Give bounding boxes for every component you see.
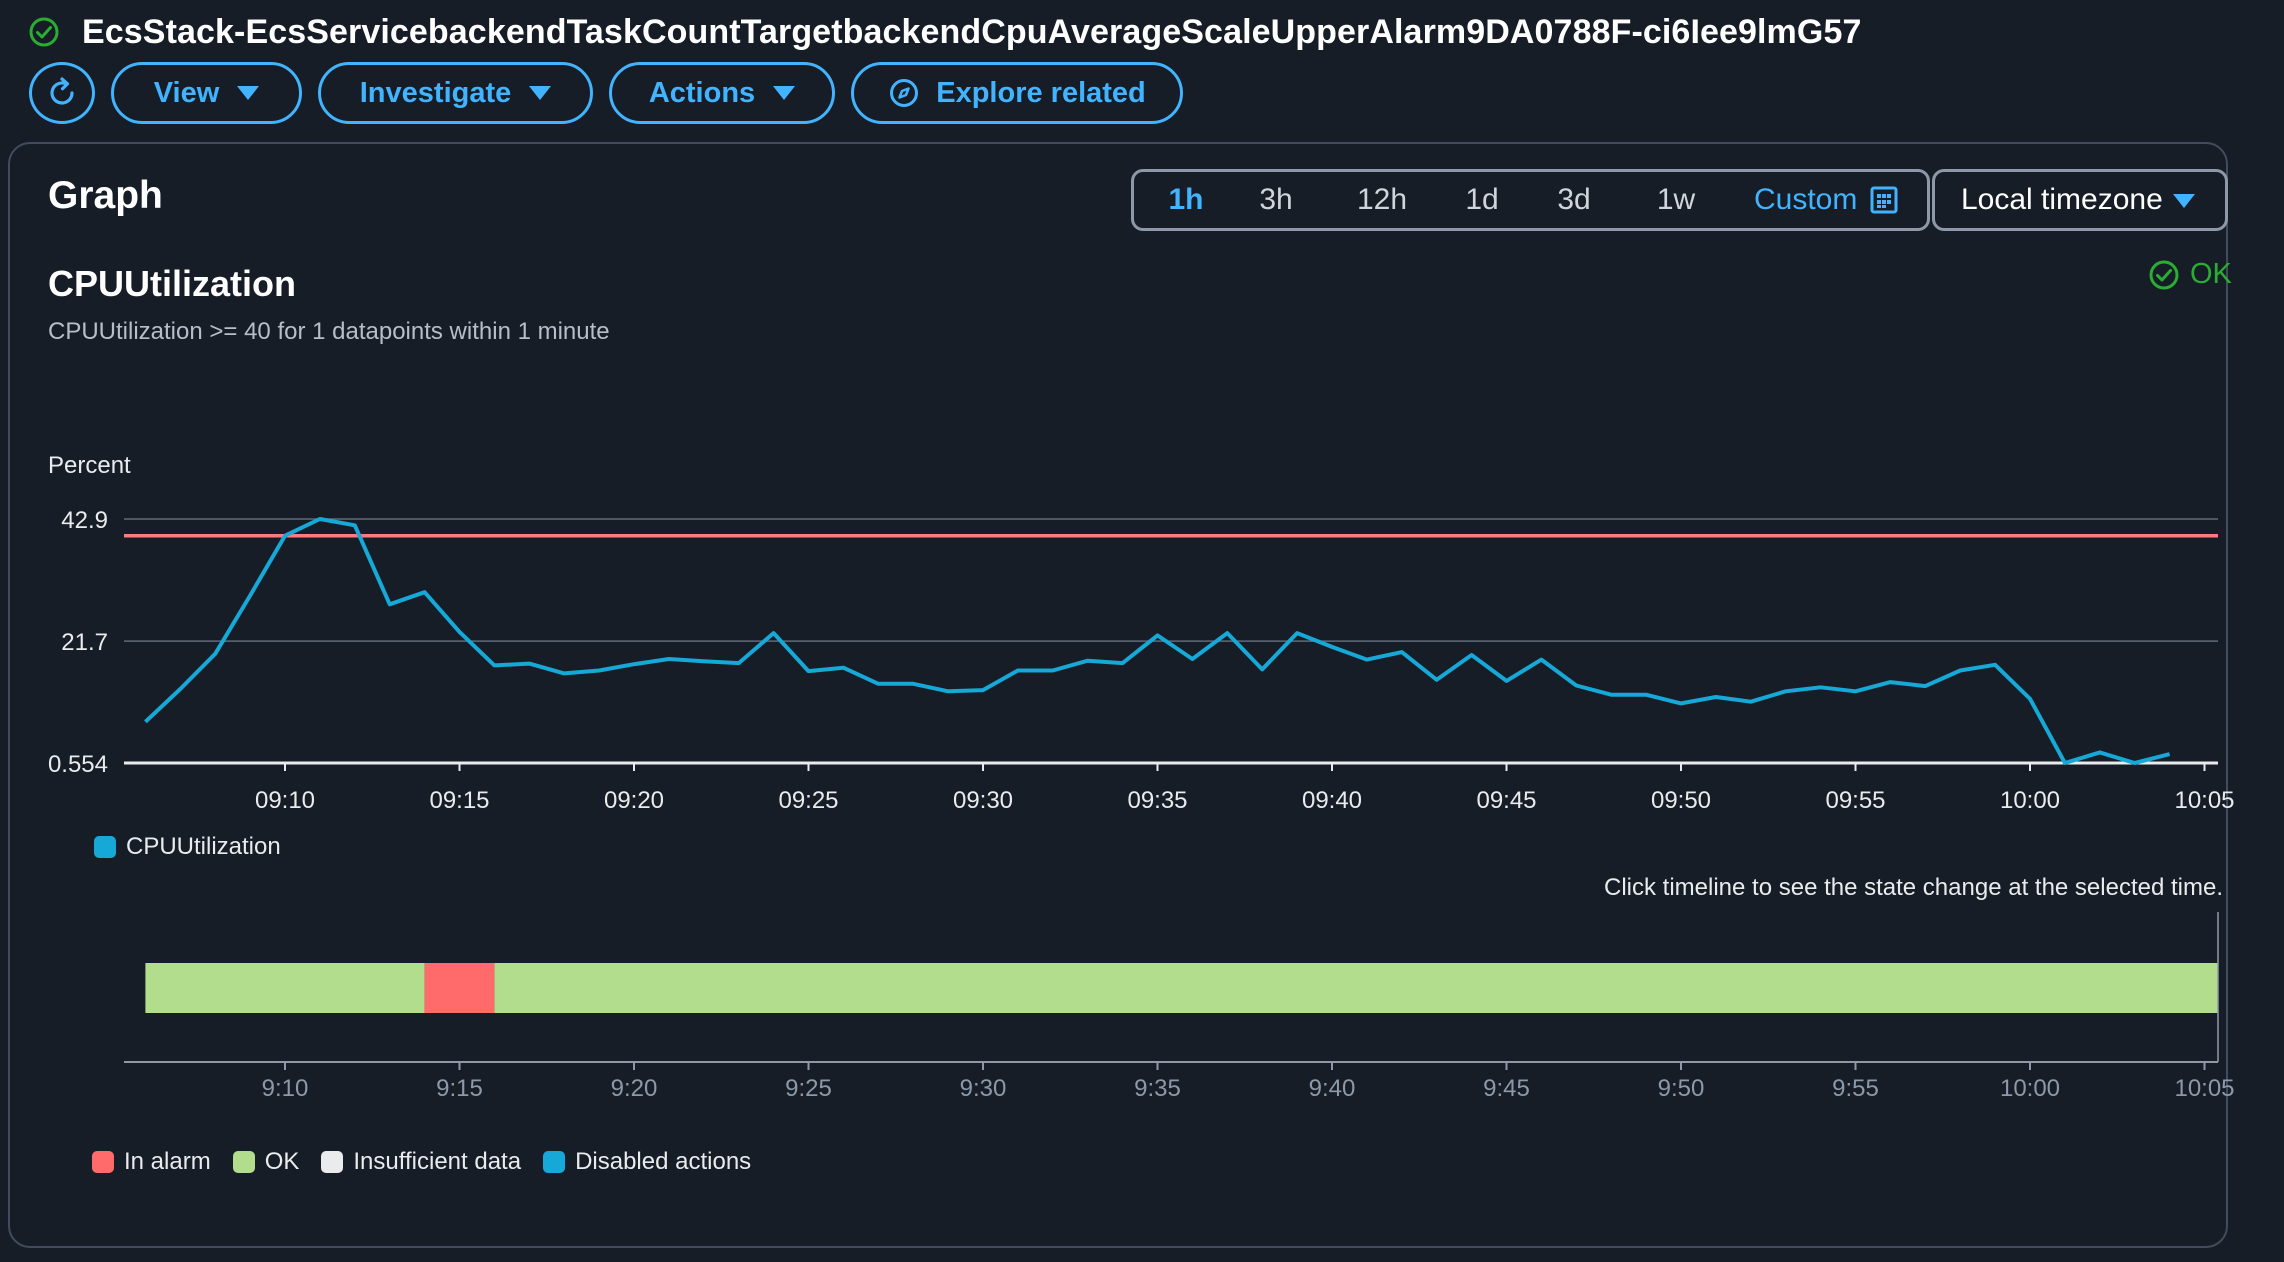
timeline-segment[interactable] <box>494 963 2218 1013</box>
state-legend-label: Disabled actions <box>575 1148 752 1175</box>
timeline-tick-label: 9:30 <box>960 1075 1007 1102</box>
timeline-tick-label: 9:50 <box>1658 1075 1705 1102</box>
x-tick-label: 09:40 <box>1302 787 1362 814</box>
x-tick-label: 09:55 <box>1825 787 1885 814</box>
timeline-tick-label: 9:40 <box>1309 1075 1356 1102</box>
state-swatch <box>543 1151 566 1173</box>
timeline-segment[interactable] <box>424 963 495 1013</box>
y-tick-label: 0.554 <box>48 751 108 778</box>
x-tick-label: 09:35 <box>1127 787 1187 814</box>
timeline-tick-label: 9:25 <box>785 1075 832 1102</box>
state-legend-label: In alarm <box>124 1148 211 1175</box>
x-tick-label: 10:00 <box>2000 787 2060 814</box>
state-legend: In alarm OK Insufficient data Disabled acti… <box>92 1148 751 1176</box>
x-tick-label: 09:25 <box>778 787 838 814</box>
timeline-tick-label: 9:35 <box>1134 1075 1181 1102</box>
state-legend-label: OK <box>264 1148 300 1175</box>
timeline-segment[interactable] <box>145 963 425 1013</box>
x-tick-label: 09:45 <box>1476 787 1536 814</box>
state-swatch <box>92 1151 114 1173</box>
timeline-tick-label: 10:05 <box>2174 1075 2234 1102</box>
state-legend-item: In alarm <box>92 1148 211 1176</box>
chart-legend: CPUUtilization <box>94 833 281 861</box>
state-legend-item: Insufficient data <box>321 1148 521 1176</box>
x-tick-label: 09:10 <box>255 787 315 814</box>
state-swatch <box>321 1151 344 1173</box>
cpu-line-chart: 42.9 21.7 0.554 09:10 09:15 09:20 09:25 09:30 09… <box>48 507 2235 814</box>
state-legend-item: Disabled actions <box>543 1148 751 1176</box>
timeline-tick-label: 9:45 <box>1483 1075 1530 1102</box>
y-tick-label: 21.7 <box>61 629 108 656</box>
state-legend-item: OK <box>232 1148 300 1176</box>
timeline-tick-label: 9:55 <box>1832 1075 1879 1102</box>
x-tick-label: 10:05 <box>2174 787 2234 814</box>
x-tick-label: 09:15 <box>429 787 489 814</box>
series-swatch <box>94 836 116 858</box>
timeline-tick-label: 9:15 <box>436 1075 483 1102</box>
x-tick-label: 09:30 <box>953 787 1013 814</box>
state-legend-label: Insufficient data <box>353 1148 522 1175</box>
timeline-tick-label: 9:10 <box>262 1075 309 1102</box>
y-tick-label: 42.9 <box>61 507 108 534</box>
state-swatch <box>232 1151 255 1173</box>
timeline-tick-label: 10:00 <box>2000 1075 2060 1102</box>
timeline-tick-label: 9:20 <box>611 1075 658 1102</box>
state-timeline[interactable]: 9:10 9:15 9:20 9:25 9:30 9:35 9:40 9:45 9:50 9:55… <box>0 900 2284 1120</box>
x-tick-label: 09:50 <box>1651 787 1711 814</box>
x-tick-label: 09:20 <box>604 787 664 814</box>
timeline-hint: Click timeline to see the state change a… <box>1604 874 2223 901</box>
legend-series-label[interactable]: CPUUtilization <box>126 833 281 861</box>
